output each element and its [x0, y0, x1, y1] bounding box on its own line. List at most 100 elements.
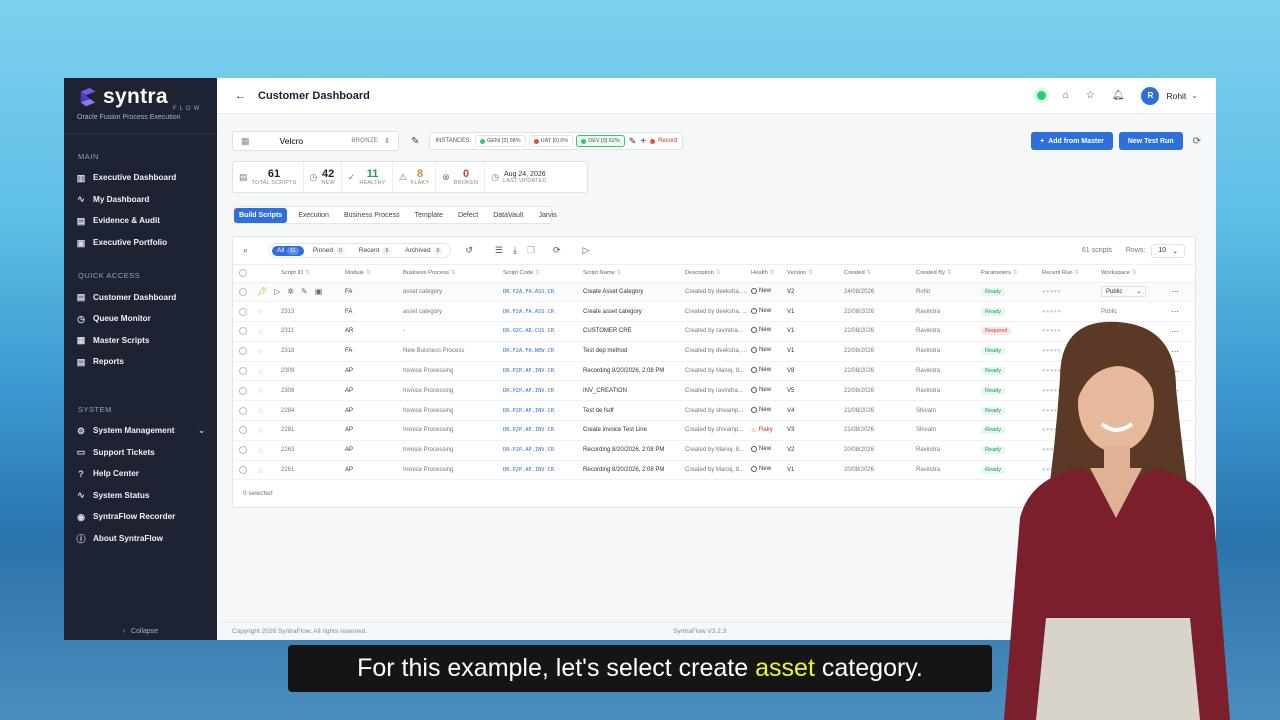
script-code[interactable]: DR.O2C.AR.CUS.CR — [501, 321, 581, 342]
column-header-version[interactable]: Version ⇅ — [785, 265, 843, 283]
column-header-script-code[interactable]: Script Code ⇅ — [501, 265, 581, 283]
row-checkbox[interactable] — [239, 446, 247, 455]
row-checkbox[interactable] — [239, 347, 247, 356]
tab-execution[interactable]: Execution — [294, 209, 333, 222]
search-icon[interactable]: ⌕ — [243, 245, 248, 256]
star-icon[interactable]: ☆ — [1086, 90, 1095, 101]
script-name[interactable]: INV_CREATION — [581, 380, 683, 402]
script-name[interactable]: Recording 8/20/2026, 2:08 PM — [581, 361, 683, 382]
instance-chip[interactable]: GENI [2] 98% — [474, 135, 526, 147]
script-code[interactable]: DR.F2A.FA.ASS.CR — [501, 282, 581, 303]
new-test-run-button[interactable]: New Test Run — [1118, 132, 1183, 150]
add-from-master-button[interactable]: + Add from Master — [1031, 132, 1113, 150]
pin-icon[interactable]: 📌︎ — [257, 287, 267, 296]
filter-sliders-icon[interactable]: ☰ — [495, 245, 503, 256]
star-icon[interactable]: ☆ — [257, 367, 264, 376]
table-row[interactable]: 📌︎ ▷ ✲ ✎ ▣ FA asset category DR.F2A.FA.ASS.CR Cr… — [233, 282, 1195, 303]
script-code[interactable]: DR.F2A.FA.NEW.CR — [501, 341, 581, 362]
tab-jarvis[interactable]: Jarvis — [534, 209, 560, 222]
tab-business-process[interactable]: Business Process — [340, 209, 404, 222]
row-checkbox[interactable] — [239, 327, 247, 336]
script-name[interactable]: Test de fsdf — [581, 400, 683, 422]
script-code[interactable]: DR.P2P.AP.INV.CR — [501, 440, 581, 461]
more-options-icon[interactable]: ⋯ — [1171, 307, 1179, 316]
sidebar-item-my-dashboard[interactable]: ∿ My Dashboard — [64, 189, 217, 211]
sidebar-item-syntraflow-recorder[interactable]: ◉ SyntraFlow Recorder — [64, 506, 217, 528]
row-checkbox[interactable] — [239, 426, 247, 435]
more-options-icon[interactable]: ⋯ — [1171, 287, 1179, 296]
script-code[interactable]: DR.P2P.AP.INV.CR — [501, 380, 581, 402]
instance-chip[interactable]: UAT [0] 0% — [528, 135, 574, 147]
script-name[interactable]: CUSTOMER CRE — [581, 321, 683, 342]
bell-icon[interactable]: 🔔︎ — [1112, 90, 1125, 101]
sidebar-item-system-management[interactable]: ⚙ System Management ⌄ — [64, 420, 217, 442]
script-name[interactable]: Create Asset Category — [581, 282, 683, 303]
user-name[interactable]: Rohit — [1166, 91, 1186, 101]
edit-icon[interactable]: ✎ — [411, 136, 419, 147]
sidebar-item-executive-portfolio[interactable]: ▣ Executive Portfolio — [64, 232, 217, 254]
star-icon[interactable]: ☆ — [257, 307, 264, 316]
sidebar-item-reports[interactable]: ▤ Reports — [64, 351, 217, 373]
filter-archived[interactable]: Archived 0 — [400, 246, 447, 256]
column-header-recent-run[interactable]: Recent Run ⇅ — [1040, 265, 1100, 283]
column-header-created-by[interactable]: Created By ⇅ — [914, 265, 980, 283]
sidebar-item-system-status[interactable]: ∿ System Status — [64, 485, 217, 507]
tab-template[interactable]: Template — [411, 209, 447, 222]
script-code[interactable]: DR.F2A.FA.ASS.CR — [501, 301, 581, 323]
row-checkbox[interactable] — [239, 307, 247, 316]
history-icon[interactable]: ↺ — [465, 245, 473, 256]
rows-per-page-select[interactable]: 10 ⌄ — [1151, 243, 1185, 258]
star-icon[interactable]: ☆ — [257, 426, 264, 435]
script-name[interactable]: Recording 8/20/2026, 2:08 PM — [581, 440, 683, 461]
row-checkbox[interactable] — [239, 466, 247, 475]
copy-icon[interactable]: ❐ — [527, 245, 535, 256]
sidebar-item-evidence-audit[interactable]: ▤ Evidence & Audit — [64, 210, 217, 232]
script-code[interactable]: DR.P2P.AP.INV.CR — [501, 361, 581, 382]
column-header-script-id[interactable]: Script ID ⇅ — [279, 265, 343, 283]
edit-icon[interactable]: ✎ — [301, 287, 308, 296]
filter-recent[interactable]: Recent 5 — [354, 246, 396, 256]
script-code[interactable]: DR.P2P.AP.INV.CR — [501, 420, 581, 441]
column-header-business-process[interactable]: Business Process ⇅ — [401, 265, 501, 283]
collapse-button[interactable]: ‹ Collapse — [64, 624, 217, 640]
column-header-parameters[interactable]: Parameters ⇅ — [979, 265, 1041, 283]
star-icon[interactable]: ☆ — [257, 446, 264, 455]
workspace-select[interactable]: Public ⌄ — [1101, 286, 1147, 298]
star-icon[interactable]: ☆ — [257, 347, 264, 356]
tab-defect[interactable]: Defect — [454, 209, 482, 222]
star-icon[interactable]: ☆ — [257, 466, 264, 475]
star-icon[interactable]: ☆ — [257, 327, 264, 336]
refresh-icon[interactable]: ⟳ — [553, 245, 561, 256]
tab-build-scripts[interactable]: Build Scripts — [234, 208, 288, 223]
sidebar-item-support-tickets[interactable]: ▭ Support Tickets — [64, 441, 217, 463]
star-icon[interactable]: ☆ — [257, 406, 264, 415]
back-arrow-icon[interactable]: ← — [235, 90, 246, 102]
plus-icon[interactable]: + — [640, 136, 646, 147]
client-selector[interactable]: ▦ Velcro BRONZE ⇕ — [232, 131, 399, 151]
column-header-created[interactable]: Created ⇅ — [842, 265, 915, 283]
archive-icon[interactable]: ▣ — [315, 287, 323, 296]
chevron-down-icon[interactable]: ⌄ — [1191, 91, 1198, 100]
column-header-health[interactable]: Health ⇅ — [749, 265, 786, 283]
download-icon[interactable]: ⤓ — [513, 245, 517, 256]
row-checkbox[interactable] — [239, 367, 247, 376]
script-name[interactable]: Recording 8/20/2026, 2:08 PM — [581, 460, 683, 481]
record-button[interactable]: Record — [650, 138, 677, 144]
script-code[interactable]: DR.P2P.AP.INV.CR — [501, 400, 581, 422]
script-code[interactable]: DR.P2P.AP.INV.CR — [501, 460, 581, 481]
sidebar-item-customer-dashboard[interactable]: ▤ Customer Dashboard — [64, 286, 217, 308]
row-checkbox[interactable] — [239, 386, 247, 395]
sidebar-item-queue-monitor[interactable]: ◷ Queue Monitor — [64, 308, 217, 330]
column-header-description[interactable]: Description ⇅ — [683, 265, 750, 283]
row-checkbox[interactable] — [239, 406, 247, 415]
tab-datavault[interactable]: DataVault — [489, 209, 527, 222]
column-header-workspace[interactable]: Workspace ⇅ — [1099, 265, 1170, 283]
pencil-icon[interactable]: ✎ — [629, 136, 637, 147]
refresh-icon[interactable]: ⟳ — [1193, 136, 1201, 147]
script-name[interactable]: Create asset category — [581, 301, 683, 323]
row-checkbox[interactable] — [239, 287, 247, 296]
play-icon[interactable]: ▷ — [583, 245, 590, 256]
filter-all[interactable]: All 61 — [272, 245, 304, 256]
filter-pinned[interactable]: Pinned 0 — [308, 246, 350, 256]
home-icon[interactable]: ⌂ — [1063, 90, 1069, 101]
